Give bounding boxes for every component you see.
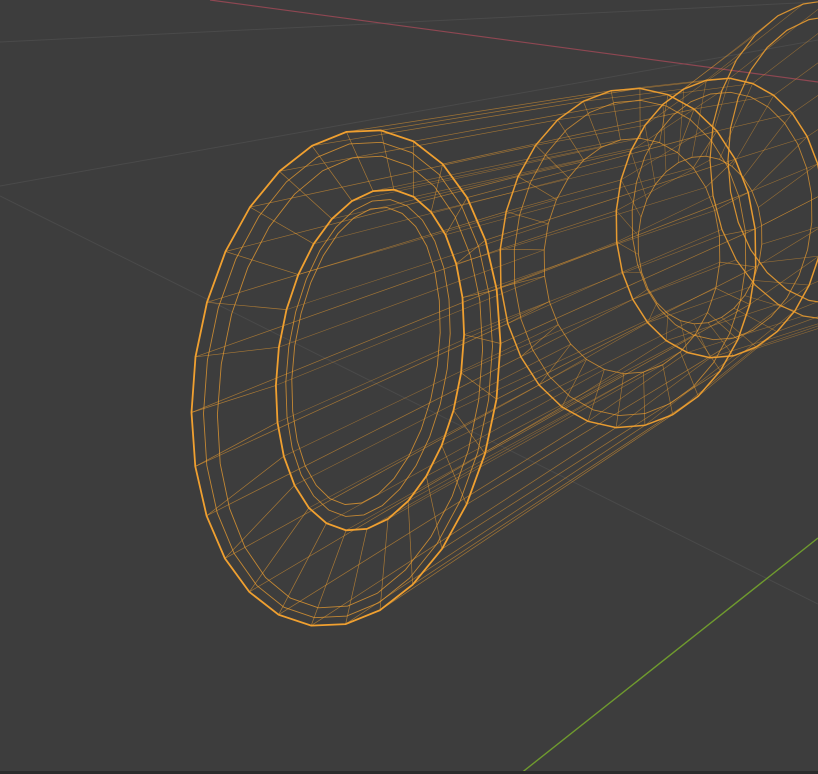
3d-viewport[interactable]: [0, 0, 818, 774]
viewport-canvas[interactable]: [0, 0, 818, 774]
